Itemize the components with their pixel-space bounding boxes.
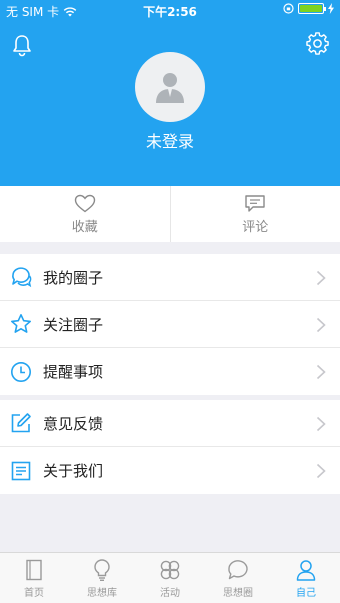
charging-icon: [328, 3, 334, 14]
favorites-button[interactable]: 收藏: [0, 186, 170, 242]
battery-fill: [300, 5, 322, 12]
bottom-tab-bar: 首页 思想库 活动 思想圈 自己: [0, 552, 340, 603]
profile-header: 无 SIM 卡 下午2:56 未登录: [0, 0, 340, 186]
tab-idea-circle[interactable]: 思想圈: [204, 553, 272, 603]
tab-home[interactable]: 首页: [0, 553, 68, 603]
chevron-right-icon: [316, 364, 326, 380]
menu-group-circles: 我的圈子 关注圈子 提醒事项: [0, 254, 340, 395]
menu-item-label: 提醒事项: [43, 363, 104, 381]
menu-item-feedback[interactable]: 意见反馈: [0, 400, 340, 447]
tab-label: 自己: [296, 587, 316, 599]
status-bar: 无 SIM 卡 下午2:56: [0, 0, 340, 22]
chevron-right-icon: [316, 317, 326, 333]
comments-button[interactable]: 评论: [169, 186, 340, 242]
chat-bubbles-icon: [12, 267, 32, 288]
menu-item-label: 我的圈子: [43, 268, 104, 287]
menu-item-about-us[interactable]: 关于我们: [0, 447, 340, 494]
tab-me[interactable]: 自己: [272, 553, 340, 603]
status-right: [283, 3, 334, 14]
menu-item-label: 关注圈子: [43, 315, 104, 334]
chevron-right-icon: [316, 270, 326, 286]
favorites-label: 收藏: [71, 219, 98, 235]
edit-icon: [11, 413, 31, 433]
tab-label: 思想圈: [223, 587, 253, 599]
menu-item-my-circles[interactable]: 我的圈子: [0, 254, 340, 301]
clock-icon: [11, 361, 31, 382]
tab-label: 思想库: [87, 587, 117, 599]
star-icon: [11, 314, 31, 333]
chevron-right-icon: [316, 416, 326, 432]
lightbulb-icon: [94, 558, 110, 581]
tab-activities[interactable]: 活动: [136, 553, 204, 603]
tab-label: 首页: [24, 587, 44, 599]
menu-item-follow-circles[interactable]: 关注圈子: [0, 301, 340, 348]
menu-item-label: 关于我们: [43, 462, 104, 480]
heart-icon: [74, 194, 95, 212]
comments-label: 评论: [242, 219, 269, 235]
login-status-label[interactable]: 未登录: [0, 128, 340, 152]
tab-idea-library[interactable]: 思想库: [68, 553, 136, 603]
default-user-icon: [156, 73, 184, 103]
battery-indicator: [298, 3, 326, 14]
gear-icon[interactable]: [306, 32, 330, 56]
chevron-right-icon: [316, 463, 326, 479]
document-icon: [11, 461, 31, 480]
menu-group-about: 意见反馈 关于我们: [0, 400, 340, 494]
person-icon: [296, 559, 316, 581]
avatar[interactable]: [135, 52, 205, 122]
activity-bar: 收藏 评论: [0, 186, 340, 242]
menu-item-label: 意见反馈: [43, 414, 104, 433]
menu-item-reminders[interactable]: 提醒事项: [0, 348, 340, 395]
comment-icon: [245, 194, 265, 212]
home-book-icon: [26, 559, 42, 580]
rotation-lock-icon: [283, 3, 294, 14]
bell-icon[interactable]: [10, 33, 34, 57]
circles-icon: [160, 560, 180, 579]
tab-label: 活动: [160, 587, 180, 599]
chat-icon: [228, 559, 248, 579]
